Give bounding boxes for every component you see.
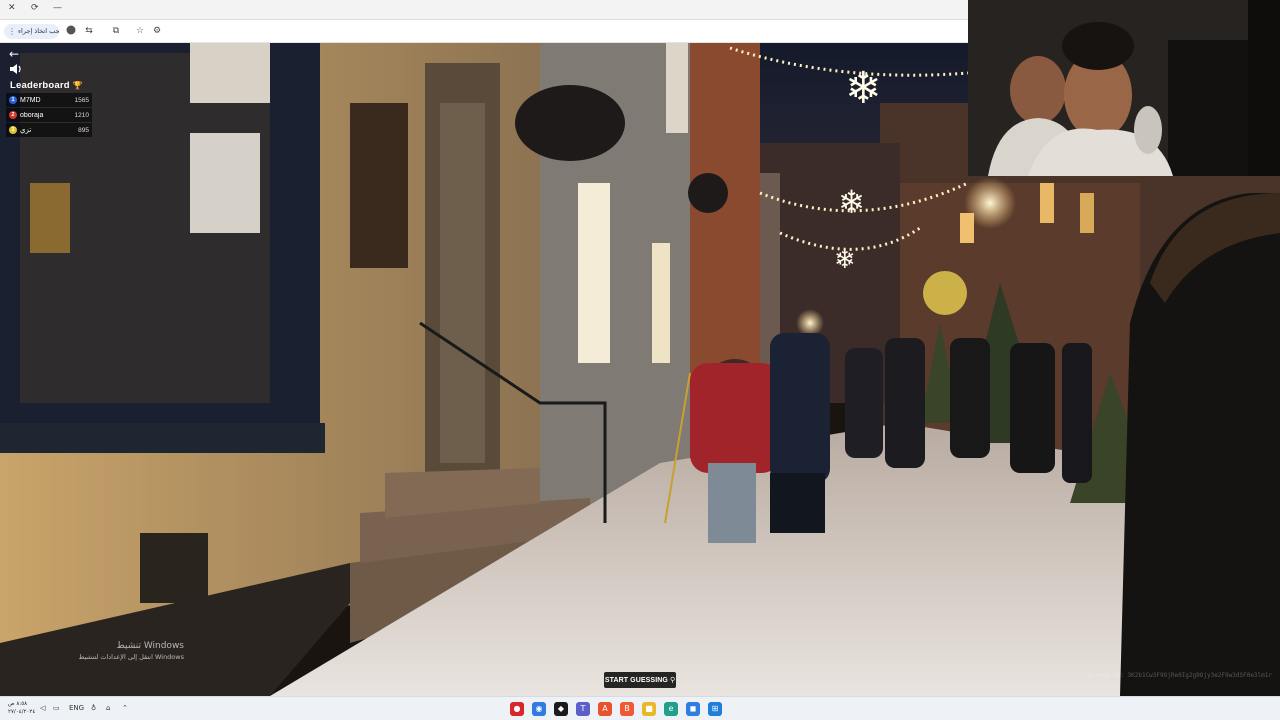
activation-title: تنشيط Windows [116,641,184,651]
windows-activation-watermark: تنشيط Windows انتقل إلى الإعدادات لتنشيط… [48,641,184,661]
player-score: 1565 [74,96,89,104]
start-guessing-label: START GUESSING [604,676,668,684]
back-arrow-icon[interactable]: ← [9,47,19,61]
minimize-window-button[interactable]: — [53,3,62,13]
sound-icon[interactable] [9,63,23,75]
leaderboard-row: 2 oboraja 1210 [6,108,92,122]
teams-app-icon[interactable]: T [576,702,590,716]
desktop-screen: ❄ ❄ ❄ ✕ ⟳ — ⋮ يجب اتخاذ إجراء ⇆ ⧉ ☆ ⚙ ← … [0,0,1280,720]
rank-badge: 1 [9,96,17,104]
chrome-app-icon[interactable]: ◉ [532,702,546,716]
player-name: oboraja [20,111,44,119]
volume-icon[interactable]: ◁ [40,704,45,712]
media-app-icon[interactable]: ◆ [554,702,568,716]
show-hidden-icons-chevron-icon[interactable]: ⌃ [122,704,128,712]
trophy-icon: 🏆 [72,81,83,90]
display-icon[interactable]: ▭ [53,704,60,712]
webcam-side-strip [1248,0,1280,176]
mic-icon[interactable]: ♁ [91,704,96,712]
more-options-icon: ⋮ [8,27,16,36]
svg-text:❄: ❄ [834,245,856,275]
activation-subtitle: انتقل إلى الإعدادات لتنشيط Windows [78,653,184,661]
pdf-app-icon[interactable]: A [598,702,612,716]
clock-time: ٨:٥٨ ص [8,701,28,707]
edge-app-icon[interactable]: e [664,702,678,716]
profile-circle-icon [66,25,76,35]
browser-title-bar: ✕ ⟳ — [0,0,968,20]
brave-app-icon[interactable]: B [620,702,634,716]
rank-badge: 2 [9,111,17,119]
leaderboard-row: 3 تزي 895 [6,123,92,137]
player-name: تزي [20,127,32,134]
start-app-icon[interactable]: ⊞ [708,702,722,716]
game-app-icon[interactable]: ● [510,702,524,716]
tray-clock[interactable]: ٨:٥٨ ص ٢٧/٠٤/٢٠٢٤ [8,700,35,716]
close-window-button[interactable]: ✕ [8,3,16,13]
windows-taskbar: ٨:٥٨ ص ٢٧/٠٤/٢٠٢٤ ◁ ▭ ENG ♁ ⌂ ⌃ ● ◉ ◆ T A B ■ e… [0,696,1280,720]
leaderboard-panel: Leaderboard 🏆 1 M7MD 1565 2 oboraja 1210 3 تزي 8… [6,79,92,137]
browser-toolbar: ⋮ يجب اتخاذ إجراء ⇆ ⧉ ☆ ⚙ [0,20,968,43]
bookmark-star-icon[interactable]: ☆ [134,25,146,37]
leaderboard-title: Leaderboard [10,80,70,91]
rank-badge: 3 [9,126,17,134]
player-name: M7MD [20,96,41,104]
extensions-icon[interactable]: ⇆ [83,25,95,37]
leaderboard-list: 1 M7MD 1565 2 oboraja 1210 3 تزي 895 [6,93,92,137]
map-pin-icon: ⚲ [669,676,676,684]
start-guessing-button[interactable]: START GUESSING ⚲ [604,672,676,688]
leaderboard-header: Leaderboard 🏆 [6,79,92,92]
store-app-icon[interactable]: ◼ [686,702,700,716]
svg-text:❄: ❄ [838,183,865,221]
clock-date: ٢٧/٠٤/٢٠٢٤ [8,709,36,715]
streamer-webcam [968,0,1248,176]
svg-text:❄: ❄ [845,63,882,114]
player-score: 1210 [74,111,89,119]
player-score: 895 [78,126,89,134]
action-required-label: يجب اتخاذ إجراء [18,27,59,35]
puzzle-extension-icon[interactable]: ⚙ [151,25,163,37]
leaderboard-row: 1 M7MD 1565 [6,93,92,107]
webcam-feed-illustration [968,0,1248,176]
network-icon[interactable]: ⌂ [106,704,110,712]
language-indicator[interactable]: ENG [69,704,84,712]
action-required-chip[interactable]: ⋮ يجب اتخاذ إجراء [4,24,59,39]
restore-window-button[interactable]: ⟳ [31,3,39,13]
street-id-watermark: Street ID: 3K2b1Cw3F9OjRe0Ig2g9Ojy3e2F9w… [1087,672,1272,679]
profile-icon[interactable] [65,25,77,37]
explorer-app-icon[interactable]: ■ [642,702,656,716]
share-icon[interactable]: ⧉ [110,25,122,37]
